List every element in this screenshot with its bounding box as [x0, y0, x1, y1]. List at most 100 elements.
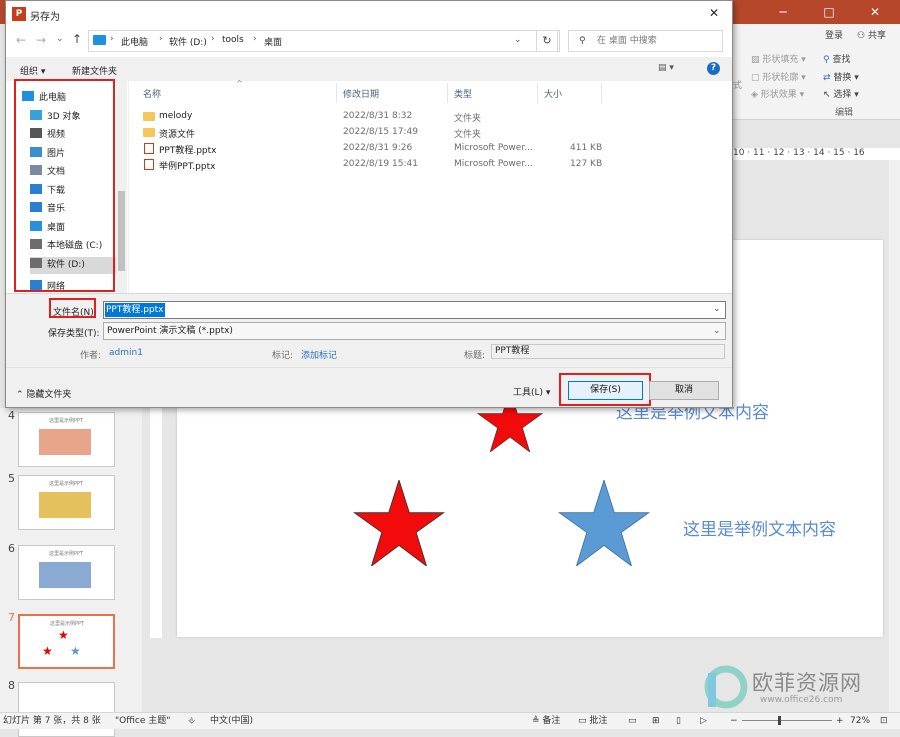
star-icon: ★ [70, 644, 81, 658]
file-type: Microsoft Power... [454, 143, 533, 153]
breadcrumb-item[interactable]: 软件 (D:) [169, 35, 207, 48]
red-star[interactable] [348, 480, 450, 566]
shape-effect-button[interactable]: ◈ 形状效果 ▾ [751, 87, 804, 100]
slide-counter: 幻灯片 第 7 张，共 8 张 [3, 716, 101, 726]
normal-view-icon[interactable]: ▭ [628, 713, 637, 729]
thumbnail-number: 6 [8, 542, 15, 555]
view-options-icon[interactable]: ▤ ▾ [658, 63, 674, 73]
replace-button[interactable]: ⇄ 替换 ▾ [823, 70, 859, 83]
file-name: 举例PPT.pptx [159, 162, 216, 172]
file-row[interactable]: 资源文件 2022/8/15 17:49 文件夹 [143, 125, 613, 141]
person-icon: ⚇ [857, 31, 866, 41]
slideshow-view-icon[interactable]: ▷ [700, 713, 707, 729]
zoom-in-button[interactable]: + [836, 713, 844, 729]
file-size: 411 KB [570, 143, 603, 153]
thumbnail-number: 8 [8, 679, 15, 692]
organize-button[interactable]: 组织 ▾ [20, 64, 45, 77]
tags-value[interactable]: 添加标记 [301, 348, 337, 361]
breadcrumb-item[interactable]: 桌面 [264, 35, 282, 48]
chevron-down-icon[interactable]: ⌄ [713, 304, 721, 314]
slide-text-2[interactable]: 这里是举例文本内容 [683, 515, 836, 540]
column-name[interactable]: 名称 [143, 87, 161, 100]
search-icon: ⚲ [579, 36, 586, 46]
nav-scrollbar[interactable] [116, 81, 127, 293]
address-bar[interactable]: › 此电脑 › 软件 (D:) › tools › 桌面 ⌄ [88, 30, 560, 52]
up-arrow-icon[interactable]: ↑ [72, 32, 82, 46]
watermark-name: 欧菲资源网 [752, 671, 862, 695]
slide-thumbnail[interactable]: 这里是示例PPT [18, 412, 115, 467]
breadcrumb-item[interactable]: tools [222, 35, 244, 45]
notes-button[interactable]: ≜ 备注 [532, 713, 560, 729]
author-value[interactable]: admin1 [109, 348, 143, 358]
recent-dropdown-icon[interactable]: ⌄ [56, 34, 64, 44]
file-date: 2022/8/15 17:49 [343, 127, 418, 137]
reading-view-icon[interactable]: ▯ [676, 713, 681, 729]
share-label: 共享 [867, 31, 886, 41]
minimize-button[interactable]: ─ [760, 0, 806, 24]
slide-thumbnail[interactable]: 这里是示例PPT ★ ★ ★ [18, 614, 115, 669]
dialog-close-button[interactable]: ✕ [709, 6, 719, 20]
filename-input[interactable]: PPT教程.pptx ⌄ [103, 301, 726, 319]
thumbnail-title: 这里是示例PPT [49, 551, 84, 557]
column-size[interactable]: 大小 [544, 87, 562, 100]
file-row[interactable]: melody 2022/8/31 8:32 文件夹 [143, 109, 613, 125]
search-placeholder: 在 桌面 中搜索 [597, 36, 657, 46]
zoom-out-button[interactable]: − [730, 713, 738, 729]
file-name: PPT教程.pptx [159, 146, 217, 156]
language[interactable]: 中文(中国) [210, 713, 253, 729]
zoom-slider-thumb[interactable] [778, 716, 781, 725]
comments-button[interactable]: ▭ 批注 [578, 713, 607, 729]
tools-menu[interactable]: 工具(L) ▾ [513, 385, 550, 398]
blue-star[interactable] [553, 480, 655, 566]
zoom-level[interactable]: 72% [850, 713, 870, 729]
file-row[interactable]: 举例PPT.pptx 2022/8/19 15:41 Microsoft Power… [143, 157, 613, 173]
dialog-titlebar: P 另存为 ✕ [6, 1, 732, 27]
help-icon[interactable]: ? [707, 62, 720, 75]
chevron-down-icon[interactable]: ⌄ [514, 35, 522, 45]
thumbnail-title: 这里是示例PPT [50, 621, 85, 627]
replace-icon: ⇄ [823, 73, 831, 83]
thumbnail-title: 这里是示例PPT [49, 481, 84, 487]
star-icon: ★ [42, 644, 53, 658]
nav-scroll-thumb[interactable] [118, 191, 125, 271]
shape-outline-button[interactable]: ▢ 形状轮廓 ▾ [751, 70, 806, 83]
zoom-slider[interactable] [742, 720, 832, 721]
breadcrumb-item[interactable]: 此电脑 [121, 35, 148, 48]
forward-arrow-icon[interactable]: → [36, 33, 46, 47]
pc-icon [93, 35, 106, 45]
slide-thumbnail[interactable]: 这里是示例PPT [18, 475, 115, 530]
back-arrow-icon[interactable]: ← [16, 33, 26, 47]
search-input[interactable]: ⚲ 在 桌面 中搜索 [568, 30, 723, 52]
ribbon-tab-row: 登录 ⚇ 共享 [733, 24, 900, 44]
column-date[interactable]: 修改日期 [343, 87, 379, 100]
file-type: Microsoft Power... [454, 159, 533, 169]
watermark-logo-icon [704, 665, 748, 709]
maximize-button[interactable]: □ [806, 0, 852, 24]
select-button[interactable]: ↖ 选择 ▾ [823, 87, 859, 100]
title-label: 标题: [464, 351, 486, 361]
hide-folders-toggle[interactable]: ⌃ 隐藏文件夹 [16, 387, 71, 400]
login-link[interactable]: 登录 [825, 28, 843, 41]
fit-slide-icon[interactable]: ⊡ [880, 713, 888, 729]
cancel-button[interactable]: 取消 [649, 381, 719, 400]
find-button[interactable]: ⚲ 查找 [823, 52, 850, 65]
filetype-select[interactable]: PowerPoint 演示文稿 (*.pptx) ⌄ [103, 322, 726, 340]
chevron-up-icon: ⌃ [16, 390, 24, 400]
tags-label: 标记: [272, 351, 294, 361]
new-folder-button[interactable]: 新建文件夹 [72, 64, 117, 77]
accessibility-icon[interactable]: ⎀ [188, 713, 195, 729]
file-row[interactable]: PPT教程.pptx 2022/8/31 9:26 Microsoft Power.… [143, 141, 613, 157]
dialog-title: 另存为 [30, 12, 60, 23]
folder-icon [143, 128, 155, 137]
slide-scrollbar[interactable] [889, 160, 900, 712]
slide-thumbnail[interactable]: 这里是示例PPT [18, 545, 115, 600]
title-field[interactable]: PPT教程 [491, 344, 725, 359]
share-button[interactable]: ⚇ 共享 [857, 28, 886, 41]
sorter-view-icon[interactable]: ⊞ [652, 713, 660, 729]
address-row: ← → ⌄ ↑ › 此电脑 › 软件 (D:) › tools › 桌面 ⌄ ↻… [6, 27, 732, 57]
refresh-button[interactable]: ↻ [536, 30, 558, 52]
window-close-button[interactable]: ✕ [852, 0, 898, 24]
column-type[interactable]: 类型 [454, 87, 472, 100]
file-name: 资源文件 [159, 130, 196, 140]
shape-fill-button[interactable]: ▧ 形状填充 ▾ [751, 52, 806, 65]
